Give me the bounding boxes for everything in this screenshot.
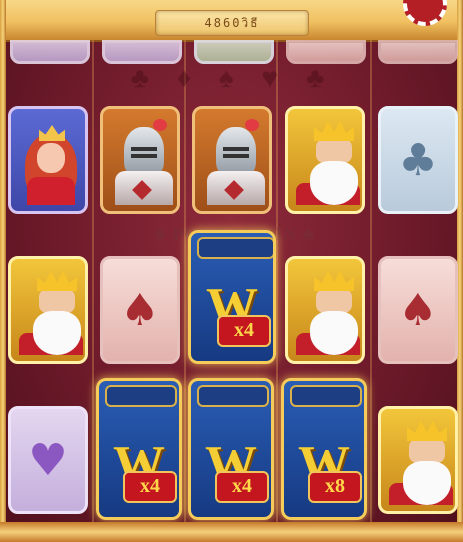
tile-spade: ♠ — [378, 256, 458, 364]
partial-tile-1 — [10, 40, 90, 64]
partial-tile-2 — [102, 40, 182, 64]
multiplier-badge: x4 — [217, 315, 271, 347]
spade-icon: ♠ — [120, 285, 160, 336]
tile-king — [285, 256, 365, 364]
ornament-pattern: ♣ ♦ ♠ ♥ ♣ — [130, 62, 335, 93]
left-frame — [0, 0, 6, 542]
tile-wild: W x4 — [188, 378, 274, 520]
bottom-bar — [0, 522, 463, 542]
knight-icon — [111, 119, 173, 205]
partial-tile-4 — [286, 40, 366, 64]
column-divider — [184, 40, 186, 522]
card-stack — [197, 385, 269, 407]
column-divider — [276, 40, 278, 522]
card-stack — [105, 385, 177, 407]
multiplier-badge: x8 — [308, 471, 362, 503]
card-stack — [197, 237, 273, 259]
partial-tile-5 — [378, 40, 458, 64]
heart-icon: ♥ — [28, 435, 68, 486]
tile-wild: W x4 — [188, 230, 276, 364]
tile-wild: W x8 — [281, 378, 367, 520]
tile-king — [378, 406, 458, 514]
king-icon — [296, 119, 360, 205]
queen-icon — [19, 119, 77, 205]
balance-plaque: 4860วิธี — [155, 10, 309, 36]
multiplier-badge: x4 — [215, 471, 269, 503]
column-divider — [92, 40, 94, 522]
balance-text: 4860วิธี — [204, 15, 260, 30]
multiplier-badge: x4 — [123, 471, 177, 503]
club-icon: ♣ — [398, 135, 438, 186]
tile-heart: ♥ — [8, 406, 88, 514]
king-icon — [389, 419, 453, 505]
knight-icon — [203, 119, 265, 205]
tile-wild: W x4 — [96, 378, 182, 520]
column-divider — [370, 40, 372, 522]
slot-game-stage: 4860วิธี ♣ ♦ ♠ ♥ ♣ ♣ POKE M WIN ♣ ♣ — [0, 0, 463, 542]
tile-queen — [8, 106, 88, 214]
tile-club: ♣ — [378, 106, 458, 214]
tile-knight — [100, 106, 180, 214]
card-stack — [290, 385, 362, 407]
king-icon — [19, 269, 83, 355]
partial-tile-3 — [194, 40, 274, 64]
tile-spade: ♠ — [100, 256, 180, 364]
top-bar: 4860วิธี — [0, 0, 463, 42]
tile-king — [285, 106, 365, 214]
spade-icon: ♠ — [398, 285, 438, 336]
tile-king — [8, 256, 88, 364]
chip-icon[interactable] — [403, 0, 447, 26]
tile-knight — [192, 106, 272, 214]
king-icon — [296, 269, 360, 355]
